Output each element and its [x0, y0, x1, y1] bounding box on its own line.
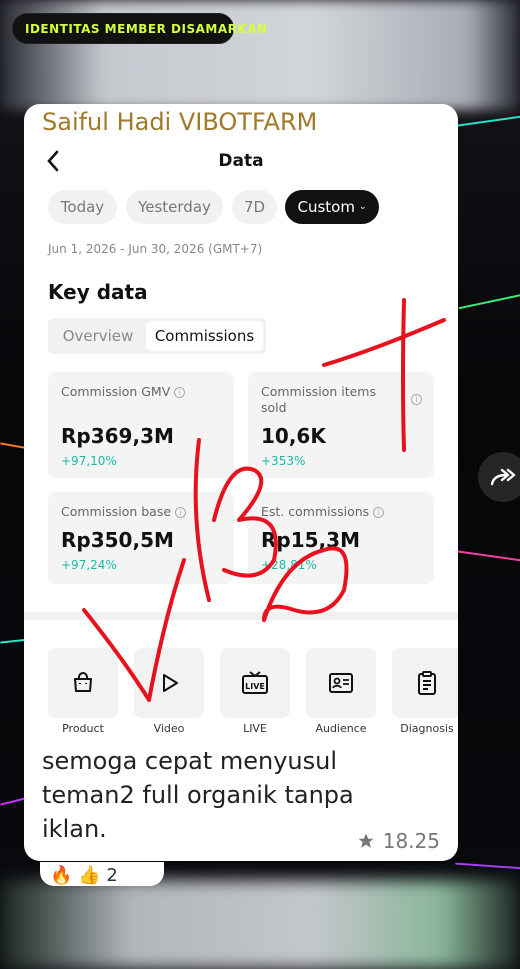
- metric-card-est-commissions[interactable]: Est. commissions i Rp15,3M +28,81%: [248, 492, 434, 584]
- star-icon: [358, 833, 374, 848]
- chat-message-bubble[interactable]: Saiful Hadi VIBOTFARM Data Today Yesterd…: [24, 104, 458, 861]
- metric-value: Rp350,5M: [61, 528, 174, 552]
- thumbs-up-reaction: 👍: [78, 865, 101, 886]
- metric-card-commission-gmv[interactable]: Commission GMV i Rp369,3M +97,10%: [48, 372, 234, 478]
- tab-switcher: Overview Commissions: [48, 318, 266, 354]
- metric-value: 10,6K: [261, 424, 326, 448]
- tool-label-video: Video: [153, 722, 185, 735]
- reaction-pill[interactable]: 🔥 👍 2: [40, 862, 164, 886]
- tab-commissions[interactable]: Commissions: [146, 321, 263, 351]
- date-range: Jun 1, 2026 - Jun 30, 2026 (GMT+7): [48, 242, 263, 256]
- blurred-next-message: [0, 880, 520, 969]
- info-icon[interactable]: i: [373, 507, 385, 518]
- forward-icon: [490, 468, 516, 486]
- chip-custom[interactable]: Custom ⌄: [285, 190, 379, 224]
- fire-reaction: 🔥: [50, 865, 73, 886]
- attached-screenshot[interactable]: Data Today Yesterday 7D Custom ⌄ Jun 1, 2…: [24, 140, 458, 740]
- metric-change: +97,24%: [61, 558, 117, 572]
- tool-label-audience: Audience: [315, 722, 367, 735]
- tool-label-diagnosis: Diagnosis: [400, 722, 454, 735]
- chevron-down-icon: ⌄: [358, 202, 367, 212]
- info-icon[interactable]: i: [411, 394, 422, 405]
- play-icon: [163, 674, 178, 692]
- message-time: 18.25: [382, 829, 440, 853]
- metric-value: Rp15,3M: [261, 528, 360, 552]
- metric-change: +97,10%: [61, 454, 117, 468]
- forward-button[interactable]: [478, 452, 520, 502]
- info-icon[interactable]: i: [174, 387, 186, 398]
- metric-change: +28,81%: [261, 558, 317, 572]
- tab-overview[interactable]: Overview: [52, 321, 144, 351]
- id-card-icon: [329, 673, 353, 693]
- chip-today[interactable]: Today: [48, 190, 117, 224]
- shopping-bag-icon: [74, 672, 92, 692]
- chip-7d[interactable]: 7D: [232, 190, 277, 224]
- privacy-banner: IDENTITAS MEMBER DISAMARKAN: [12, 13, 267, 44]
- chip-yesterday[interactable]: Yesterday: [126, 190, 223, 224]
- svg-text:LIVE: LIVE: [245, 682, 265, 691]
- metric-value: Rp369,3M: [61, 424, 174, 448]
- live-tv-icon: LIVE: [242, 671, 268, 694]
- tool-live[interactable]: LIVE: [220, 648, 290, 718]
- metric-card-commission-items-sold[interactable]: Commission items sold i 10,6K +353%: [248, 372, 434, 478]
- metric-card-commission-base[interactable]: Commission base i Rp350,5M +97,24%: [48, 492, 234, 584]
- section-divider: [24, 612, 458, 620]
- tool-diagnosis[interactable]: [392, 648, 458, 718]
- metric-change: +353%: [261, 454, 306, 468]
- sender-name[interactable]: Saiful Hadi VIBOTFARM: [42, 108, 317, 136]
- info-icon[interactable]: i: [175, 507, 187, 518]
- tool-product[interactable]: [48, 648, 118, 718]
- tool-audience[interactable]: [306, 648, 376, 718]
- clipboard-icon: [418, 671, 436, 695]
- reaction-count: 2: [106, 865, 118, 886]
- message-meta: 18.25: [357, 829, 440, 853]
- tool-video[interactable]: [134, 648, 204, 718]
- page-title: Data: [218, 151, 264, 171]
- tool-label-product: Product: [62, 722, 104, 735]
- section-title: Key data: [48, 280, 148, 304]
- tool-label-live: LIVE: [243, 722, 267, 735]
